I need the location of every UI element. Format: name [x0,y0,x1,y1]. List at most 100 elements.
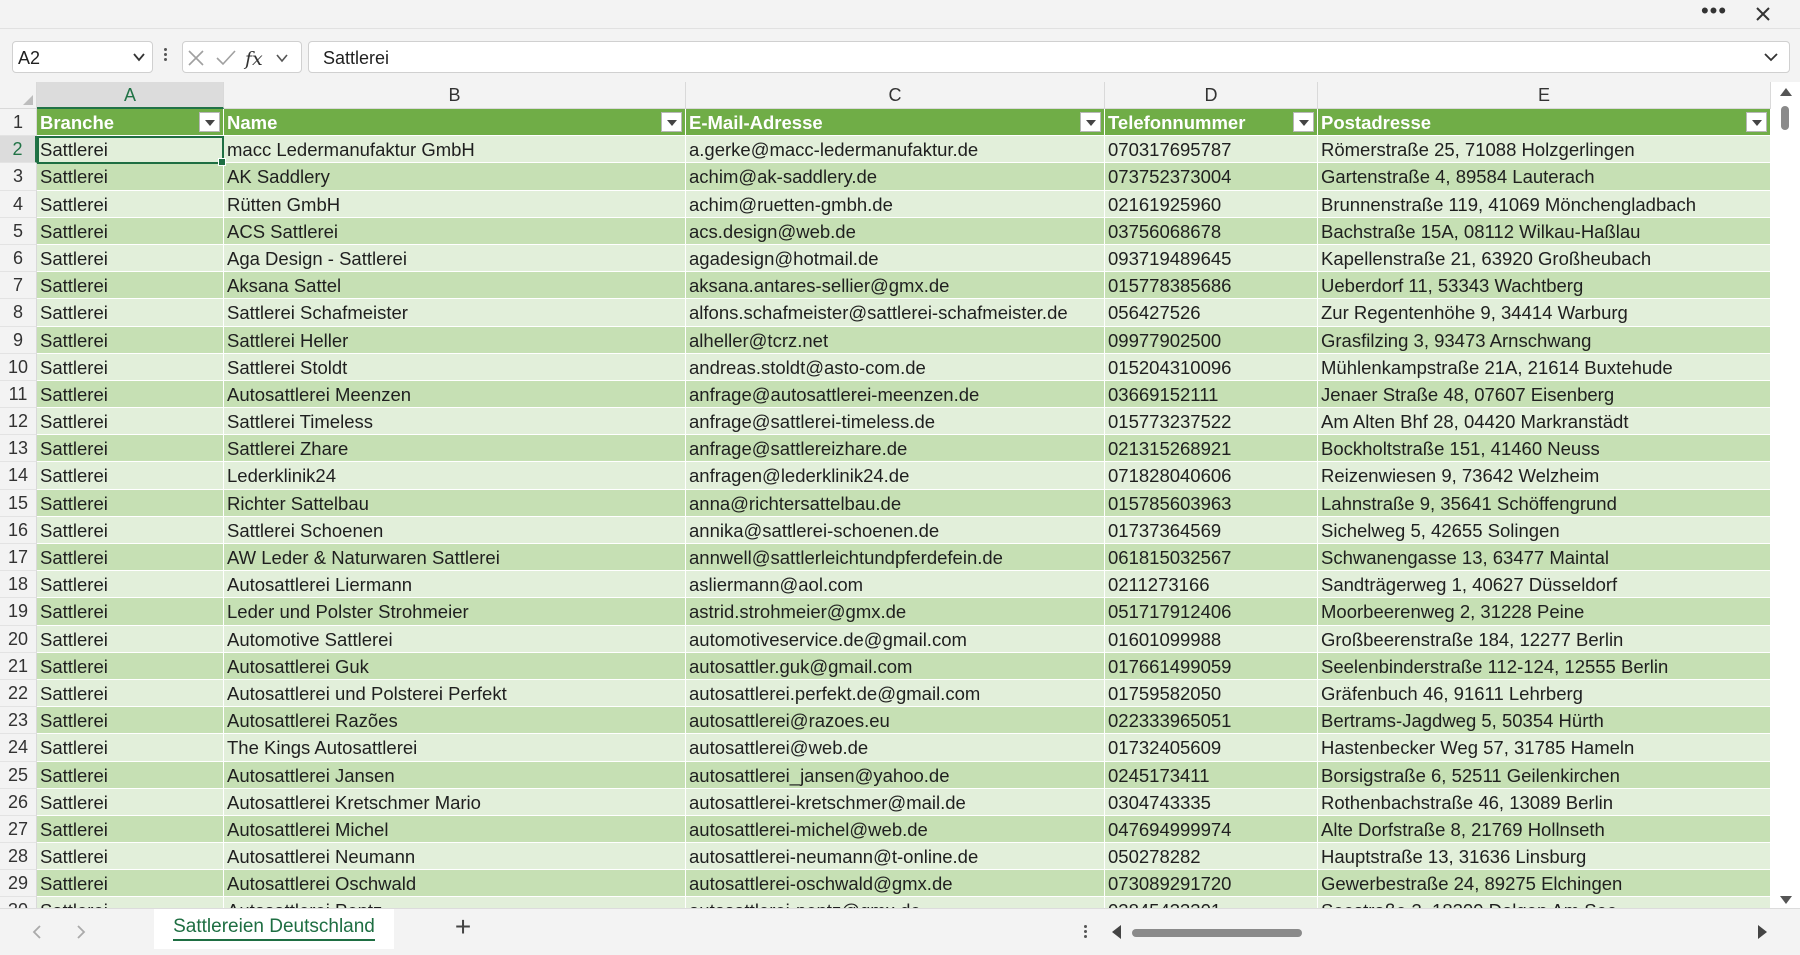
cell-email[interactable]: alheller@tcrz.net [686,326,1105,354]
cell-branche[interactable]: Sattlerei [37,353,224,381]
cell-name[interactable]: Autosattlerei Jansen [224,761,686,789]
row-header-24[interactable]: 24 [0,734,37,762]
add-sheet-button[interactable]: + [452,913,474,941]
row-header-4[interactable]: 4 [0,190,37,218]
cell-telefon[interactable]: 050278282 [1105,843,1318,871]
row-header-3[interactable]: 3 [0,163,37,191]
cell-name[interactable]: Autosattlerei Guk [224,652,686,680]
cell-postadresse[interactable]: Römerstraße 25, 71088 Holzgerlingen [1318,136,1771,164]
cell-name[interactable]: Automotive Sattlerei [224,625,686,653]
filter-dropdown-icon[interactable] [199,112,220,132]
row-header-7[interactable]: 7 [0,272,37,300]
cell-branche[interactable]: Sattlerei [37,435,224,463]
row-header-11[interactable]: 11 [0,380,37,409]
cell-branche[interactable]: Sattlerei [37,707,224,735]
cell-email[interactable]: andreas.stoldt@asto-com.de [686,353,1105,381]
row-header-2[interactable]: 2 [0,136,37,164]
cell-postadresse[interactable]: Seestraße 3, 18209 Dolgen Am See [1318,897,1771,908]
cell-name[interactable]: Sattlerei Heller [224,326,686,354]
cell-name[interactable]: Sattlerei Stoldt [224,353,686,381]
row-header-5[interactable]: 5 [0,217,37,245]
cell-email[interactable]: autosattlerei-michel@web.de [686,815,1105,844]
cell-email[interactable]: anna@richtersattelbau.de [686,489,1105,517]
row-header-14[interactable]: 14 [0,462,37,490]
cell-name[interactable]: Autosattlerei Pentz [224,897,686,908]
cell-email[interactable]: annwell@sattlerleichtundpferdefein.de [686,544,1105,572]
cell-branche[interactable]: Sattlerei [37,761,224,789]
scroll-left-icon[interactable] [1112,925,1121,939]
cell-email[interactable]: a.gerke@macc-ledermanufaktur.de [686,136,1105,164]
cell-branche[interactable]: Sattlerei [37,652,224,680]
cell-email[interactable]: autosattlerei_jansen@yahoo.de [686,761,1105,789]
cell-postadresse[interactable]: Alte Dorfstraße 8, 21769 Hollnseth [1318,815,1771,844]
vertical-scroll-thumb[interactable] [1781,106,1789,130]
cell-name[interactable]: Autosattlerei Neumann [224,843,686,871]
cell-branche[interactable]: Sattlerei [37,598,224,626]
cell-postadresse[interactable]: Bockholtstraße 151, 41460 Neuss [1318,435,1771,463]
row-header-30[interactable]: 30 [0,897,37,908]
cell-telefon[interactable]: 051717912406 [1105,598,1318,626]
header-cell-name[interactable]: Name [224,109,686,137]
cell-branche[interactable]: Sattlerei [37,815,224,844]
column-header-a[interactable]: A [37,82,224,109]
cell-telefon[interactable]: 03756068678 [1105,217,1318,245]
cell-name[interactable]: AK Saddlery [224,163,686,191]
cell-telefon[interactable]: 073089291720 [1105,870,1318,898]
vertical-scrollbar[interactable] [1772,82,1800,908]
column-header-c[interactable]: C [686,82,1105,109]
cell-name[interactable]: Aksana Sattel [224,272,686,300]
cell-email[interactable]: aksana.antares-sellier@gmx.de [686,272,1105,300]
cell-email[interactable]: alfons.schafmeister@sattlerei-schafmeist… [686,299,1105,327]
cell-email[interactable]: agadesign@hotmail.de [686,244,1105,273]
cell-postadresse[interactable]: Seelenbinderstraße 112-124, 12555 Berlin [1318,652,1771,680]
next-sheet-icon[interactable] [74,923,88,941]
cell-name[interactable]: Sattlerei Timeless [224,408,686,436]
header-cell-branche[interactable]: Branche [37,109,224,137]
cell-email[interactable]: astrid.strohmeier@gmx.de [686,598,1105,626]
row-header-19[interactable]: 19 [0,598,37,626]
cell-branche[interactable]: Sattlerei [37,190,224,218]
cell-telefon[interactable]: 022333965051 [1105,707,1318,735]
cell-postadresse[interactable]: Gartenstraße 4, 89584 Lauterach [1318,163,1771,191]
cell-branche[interactable]: Sattlerei [37,380,224,409]
row-header-15[interactable]: 15 [0,489,37,517]
cell-name[interactable]: Sattlerei Schafmeister [224,299,686,327]
cell-branche[interactable]: Sattlerei [37,462,224,490]
vertical-dots-icon[interactable] [1082,923,1088,945]
cell-email[interactable]: autosattlerei-neumann@t-online.de [686,843,1105,871]
cell-postadresse[interactable]: Moorbeerenweg 2, 31228 Peine [1318,598,1771,626]
header-cell-email[interactable]: E-Mail-Adresse [686,109,1105,137]
column-header-e[interactable]: E [1318,82,1771,109]
cell-postadresse[interactable]: Am Alten Bhf 28, 04420 Markranstädt [1318,408,1771,436]
cell-telefon[interactable]: 015773237522 [1105,408,1318,436]
cell-branche[interactable]: Sattlerei [37,788,224,816]
cell-telefon[interactable]: 017661499059 [1105,652,1318,680]
row-header-26[interactable]: 26 [0,788,37,816]
cell-name[interactable]: Aga Design - Sattlerei [224,244,686,273]
cell-branche[interactable]: Sattlerei [37,516,224,544]
cell-telefon[interactable]: 0304743335 [1105,788,1318,816]
cell-telefon[interactable]: 01732405609 [1105,734,1318,762]
cell-postadresse[interactable]: Reizenwiesen 9, 73642 Welzheim [1318,462,1771,490]
row-header-12[interactable]: 12 [0,408,37,436]
cell-postadresse[interactable]: Jenaer Straße 48, 07607 Eisenberg [1318,380,1771,409]
cell-email[interactable]: autosattlerei-oschwald@gmx.de [686,870,1105,898]
cell-postadresse[interactable]: Zur Regentenhöhe 9, 34414 Warburg [1318,299,1771,327]
vertical-dots-icon[interactable] [162,46,168,68]
cell-telefon[interactable]: 0211273166 [1105,571,1318,599]
more-options-icon[interactable]: ••• [1697,0,1731,26]
row-header-22[interactable]: 22 [0,679,37,708]
scroll-down-icon[interactable] [1780,896,1792,904]
cell-email[interactable]: autosattler.guk@gmail.com [686,652,1105,680]
insert-function-icon[interactable]: fx [243,48,263,70]
cell-telefon[interactable]: 070317695787 [1105,136,1318,164]
cell-postadresse[interactable]: Kapellenstraße 21, 63920 Großheubach [1318,244,1771,273]
cell-telefon[interactable]: 015778385686 [1105,272,1318,300]
expand-formula-icon[interactable] [1763,50,1779,64]
cell-name[interactable]: Rütten GmbH [224,190,686,218]
cell-branche[interactable]: Sattlerei [37,244,224,273]
cell-name[interactable]: Autosattlerei und Polsterei Perfekt [224,679,686,708]
cell-email[interactable]: anfrage@sattlereizhare.de [686,435,1105,463]
row-header-17[interactable]: 17 [0,544,37,572]
cell-telefon[interactable]: 02161925960 [1105,190,1318,218]
